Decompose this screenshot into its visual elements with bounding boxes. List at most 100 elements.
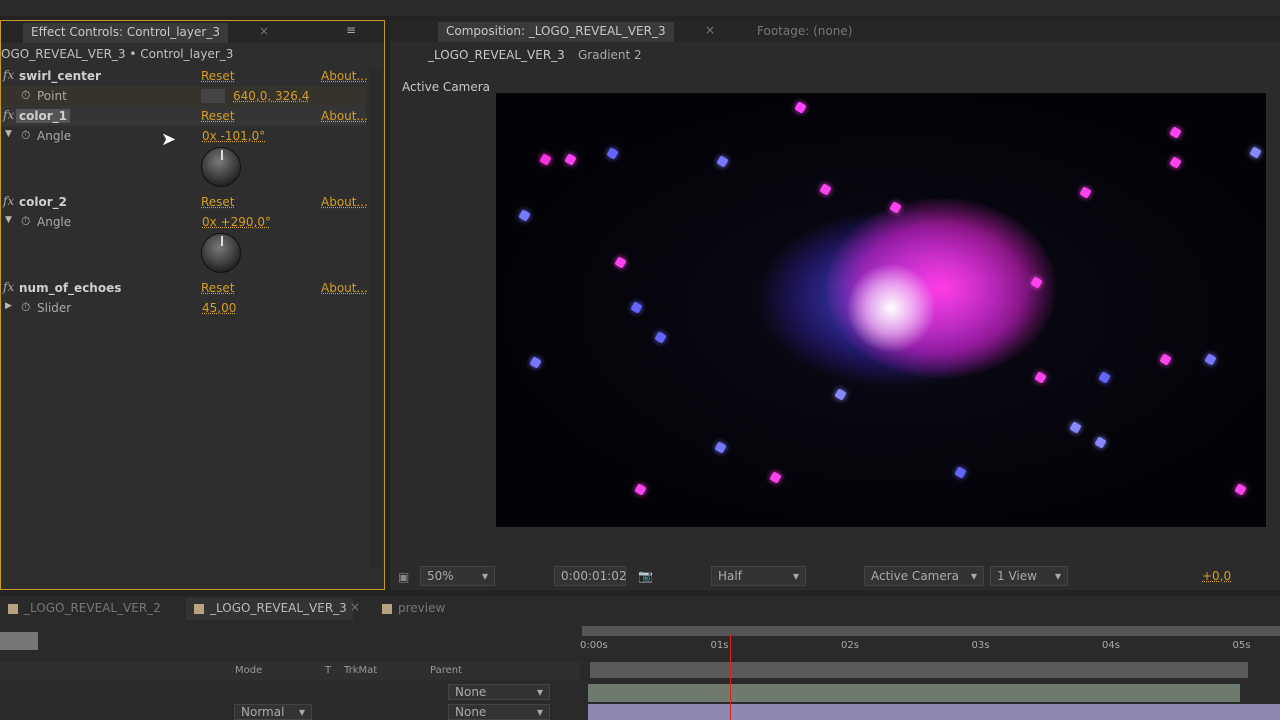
close-icon[interactable]: × (259, 24, 269, 38)
particle (606, 147, 619, 160)
about-link[interactable]: About... (321, 69, 368, 83)
twirl-down-icon[interactable]: ▼ (5, 129, 12, 139)
particle (614, 256, 627, 269)
logo-core (846, 263, 936, 353)
effect-controls-panel: Effect Controls: Control_layer_3 × ≡ OGO… (0, 20, 385, 590)
composition-tabbar: Composition: _LOGO_REVEAL_VER_3 × Footag… (390, 20, 1280, 42)
timeline-tab-active[interactable]: _LOGO_REVEAL_VER_3 (186, 598, 353, 620)
particle (819, 183, 832, 196)
particle (716, 155, 729, 168)
column-trkmat: TrkMat (344, 665, 378, 676)
particle (539, 153, 552, 166)
layer-bar-2[interactable] (588, 704, 1280, 720)
effect-controls-tab[interactable]: Effect Controls: Control_layer_3 (23, 23, 228, 43)
column-t: T (325, 665, 332, 676)
particle (794, 101, 807, 114)
particle (630, 301, 643, 314)
particle (529, 356, 542, 369)
time-tick: 01s (710, 640, 729, 651)
layer-breadcrumb[interactable]: Gradient 2 (578, 48, 642, 62)
param-value[interactable]: 0x +290,0° (202, 215, 271, 229)
comp-breadcrumb[interactable]: _LOGO_REVEAL_VER_3 (428, 48, 565, 62)
particle (654, 331, 667, 344)
param-label: Angle (37, 215, 72, 229)
stopwatch-icon[interactable]: ⏱ (21, 128, 30, 143)
particle (954, 466, 967, 479)
search-field[interactable] (0, 632, 38, 650)
particle (834, 388, 847, 401)
particle (518, 209, 531, 222)
time-tick: 04s (1102, 640, 1120, 651)
views-value: 1 View (997, 569, 1037, 583)
work-area-bar[interactable] (582, 626, 1280, 636)
footage-tab[interactable]: Footage: (none) (757, 24, 852, 38)
effect-swirl-center[interactable]: fx swirl_center Reset About... (1, 66, 368, 86)
resolution-select[interactable]: Half ▾ (711, 566, 806, 586)
stopwatch-icon[interactable]: ⏱ (21, 300, 30, 315)
close-icon[interactable]: × (350, 600, 360, 614)
param-value[interactable]: 45,00 (202, 301, 236, 315)
particle (1034, 371, 1047, 384)
about-link[interactable]: About... (321, 195, 368, 209)
effect-name: color_2 (19, 195, 67, 209)
effect-name: swirl_center (19, 69, 101, 83)
layer-bar-1[interactable] (588, 684, 1240, 702)
close-icon[interactable]: × (705, 23, 715, 37)
effect-controls-tabbar: Effect Controls: Control_layer_3 × ≡ (1, 21, 384, 43)
parent-value: None (455, 705, 487, 719)
effect-color-1[interactable]: fx color_1 Reset About... (1, 106, 368, 126)
param-point: ⏱ Point 640,0, 326,4 (1, 86, 366, 106)
stopwatch-icon[interactable]: ⏱ (21, 88, 30, 103)
effect-name: color_1 (16, 109, 70, 123)
timeline-tab[interactable]: _LOGO_REVEAL_VER_2 (0, 598, 167, 620)
angle-dial[interactable] (201, 147, 241, 187)
reset-link[interactable]: Reset (201, 69, 235, 83)
exposure-value[interactable]: +0,0 (1202, 569, 1231, 583)
particle (1249, 146, 1262, 159)
particle (564, 153, 577, 166)
param-value[interactable]: 0x -101,0° (202, 129, 265, 143)
reset-link[interactable]: Reset (201, 281, 235, 295)
effect-num-of-echoes[interactable]: fx num_of_echoes Reset About... (1, 278, 368, 298)
about-link[interactable]: About... (321, 109, 368, 123)
particle (1204, 353, 1217, 366)
composition-viewer[interactable] (496, 93, 1266, 527)
angle-dial[interactable] (201, 233, 241, 273)
snapshot-icon[interactable]: ▣ (398, 570, 409, 584)
particle (714, 441, 727, 454)
composition-tab[interactable]: Composition: _LOGO_REVEAL_VER_3 (438, 22, 674, 42)
playhead[interactable] (729, 634, 731, 720)
twirl-down-icon[interactable]: ▼ (5, 215, 12, 225)
particle (1069, 421, 1082, 434)
camera-snapshot-icon[interactable]: 📷 (638, 569, 653, 583)
crosshair-icon[interactable] (201, 89, 225, 103)
parent-select[interactable]: None ▾ (448, 684, 550, 700)
twirl-right-icon[interactable]: ▶ (5, 301, 12, 311)
scrollbar[interactable] (369, 69, 381, 569)
zoom-select[interactable]: 50% ▾ (420, 566, 495, 586)
timecode-field[interactable]: 0:00:01:02 (554, 566, 627, 586)
column-mode: Mode (235, 665, 263, 676)
reset-link[interactable]: Reset (201, 195, 235, 209)
param-angle-1: ▼ ⏱ Angle 0x -101,0° (1, 126, 366, 146)
time-tick: 02s (841, 640, 859, 651)
effect-color-2[interactable]: fx color_2 Reset About... (1, 192, 368, 212)
fx-icon: fx (3, 280, 15, 294)
parent-select[interactable]: None ▾ (448, 704, 550, 720)
panel-menu-icon[interactable]: ≡ (346, 23, 356, 37)
camera-select[interactable]: Active Camera ▾ (864, 566, 984, 586)
breadcrumb: OGO_REVEAL_VER_3 • Control_layer_3 (1, 47, 234, 61)
reset-link[interactable]: Reset (201, 109, 235, 123)
time-tick: 03s (971, 640, 990, 651)
timeline-tab[interactable]: preview (374, 598, 451, 620)
view-layout-select[interactable]: 1 View ▾ (990, 566, 1068, 586)
fx-icon: fx (3, 68, 15, 82)
mode-select[interactable]: Normal ▾ (234, 704, 312, 720)
param-value[interactable]: 640,0, 326,4 (233, 89, 309, 103)
about-link[interactable]: About... (321, 281, 368, 295)
resolution-value: Half (718, 569, 742, 583)
param-slider: ▶ ⏱ Slider 45,00 (1, 298, 366, 318)
stopwatch-icon[interactable]: ⏱ (21, 214, 30, 229)
mouse-cursor-icon: ➤ (161, 129, 177, 150)
work-area-range[interactable] (590, 662, 1248, 678)
